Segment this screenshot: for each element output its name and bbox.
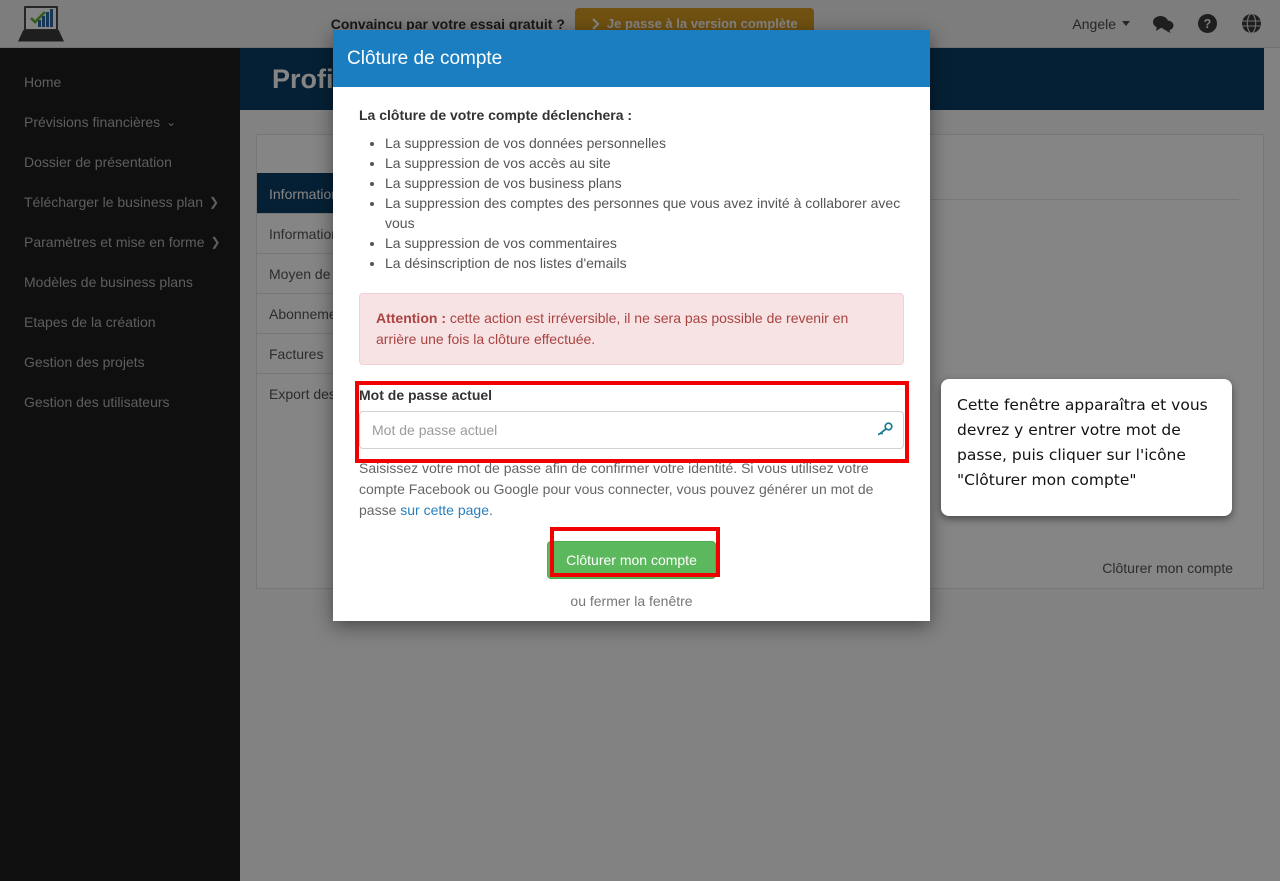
warning-text: cette action est irréversible, il ne ser… [376,310,849,347]
instruction-callout: Cette fenêtre apparaîtra et vous devrez … [941,379,1232,516]
password-label: Mot de passe actuel [359,387,493,403]
list-item: La suppression de vos commentaires [385,233,904,253]
irreversible-warning: Attention : cette action est irréversibl… [359,293,904,365]
close-account-modal: Clôture de compte La clôture de votre co… [333,30,930,621]
modal-title: Clôture de compte [333,30,930,87]
modal-lead-text: La clôture de votre compte déclenchera : [359,107,633,123]
list-item: La suppression de vos business plans [385,173,904,193]
password-help: Saisissez votre mot de passe afin de con… [359,458,904,521]
app-root: Convaincu par votre essai gratuit ? Je p… [0,0,1280,881]
consequences-list: La suppression de vos données personnell… [363,133,904,273]
close-account-submit-button[interactable]: Clôturer mon compte [547,541,716,579]
generate-password-link[interactable]: sur cette page [400,502,489,518]
warning-label: Attention : [376,310,446,326]
list-item: La suppression de vos données personnell… [385,133,904,153]
password-input-wrap [359,411,904,449]
list-item: La désinscription de nos listes d'emails [385,253,904,273]
password-block: Mot de passe actuel Saisissez votre mot … [359,387,904,521]
list-item: La suppression de vos accès au site [385,153,904,173]
modal-body: La clôture de votre compte déclenchera :… [333,87,930,609]
close-window-text[interactable]: ou fermer la fenêtre [359,593,904,609]
password-input[interactable] [359,411,904,449]
list-item: La suppression des comptes des personnes… [385,193,904,233]
password-help-after: . [488,502,493,518]
modal-actions: Clôturer mon compte [359,541,904,579]
